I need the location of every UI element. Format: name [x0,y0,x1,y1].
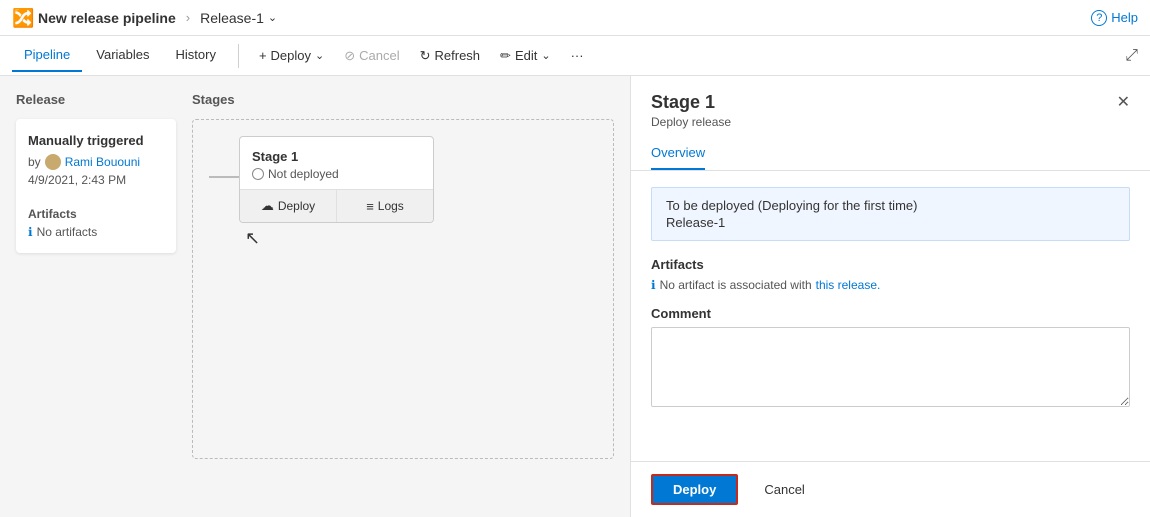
panel-body: To be deployed (Deploying for the first … [631,171,1150,461]
edit-icon: ✏ [500,48,511,64]
more-icon: ··· [571,48,584,63]
cancel-final-button[interactable]: Cancel [748,476,820,503]
comment-label: Comment [651,306,1130,321]
help-link[interactable]: ? Help [1091,10,1138,26]
logs-icon: ≡ [366,199,374,214]
trigger-label: Manually triggered [28,133,164,148]
stage-card-header: Stage 1 Not deployed [240,137,433,189]
toolbar: Pipeline Variables History + Deploy ⌄ ⊘ … [0,36,1150,76]
help-icon: ? [1091,10,1107,26]
close-button[interactable]: ✕ [1117,92,1130,112]
chevron-down-icon: ⌄ [268,11,277,24]
close-icon: ✕ [1117,94,1130,111]
artifact-info-icon: ℹ [651,278,656,292]
release-section-title: Release [16,92,176,107]
panel-footer: Deploy Cancel [631,461,1150,517]
stage-card: Stage 1 Not deployed ☁ Deploy [239,136,434,223]
expand-button[interactable]: ⤢ [1125,47,1138,65]
artifacts-section: Artifacts ℹ No artifacts [28,207,164,239]
expand-icon: ⤢ [1125,47,1138,64]
stage-name: Stage 1 [252,149,421,164]
comment-textarea[interactable] [651,327,1130,407]
pipeline-title: New release pipeline [38,10,176,26]
stages-section-title: Stages [192,92,614,107]
breadcrumb: 🔀 New release pipeline › Release-1 ⌄ [12,8,277,28]
by-label: by Rami Bououni [28,154,164,170]
more-button[interactable]: ··· [563,44,592,67]
deploy-info-text: To be deployed (Deploying for the first … [666,198,1115,213]
timestamp: 4/9/2021, 2:43 PM [28,173,164,187]
deploy-cloud-icon: ☁ [261,198,274,214]
toolbar-actions: + Deploy ⌄ ⊘ Cancel ↻ Refresh ✏ Edit ⌄ ·… [251,44,592,68]
edit-button[interactable]: ✏ Edit ⌄ [492,44,559,68]
deploy-final-button[interactable]: Deploy [651,474,738,505]
add-icon: + [259,48,267,63]
refresh-button[interactable]: ↻ Refresh [412,44,488,68]
cancel-button[interactable]: ⊘ Cancel [336,44,407,68]
cancel-icon: ⊘ [344,48,355,64]
stage-deploy-button[interactable]: ☁ Deploy [240,190,337,222]
user-name: Rami Bououni [65,155,140,169]
edit-chevron-icon: ⌄ [541,49,550,62]
right-panel-subtitle: Deploy release [651,115,731,129]
release-section: Release Manually triggered by Rami Bouou… [16,92,176,501]
artifacts-label: Artifacts [28,207,164,221]
stage-actions: ☁ Deploy ≡ Logs [240,189,433,222]
info-icon: ℹ [28,225,33,239]
right-panel-header: Stage 1 Deploy release ✕ [631,76,1150,129]
breadcrumb-separator: › [186,10,190,25]
artifacts-panel-title: Artifacts [651,257,1130,272]
toolbar-divider [238,44,239,68]
cursor-pointer: ↖ [245,229,597,247]
tab-pipeline[interactable]: Pipeline [12,39,82,72]
no-artifacts: ℹ No artifacts [28,225,164,239]
deploy-info-release: Release-1 [666,215,1115,230]
release-card: Manually triggered by Rami Bououni 4/9/2… [16,119,176,253]
panel-tabs: Overview [631,137,1150,171]
tab-history[interactable]: History [164,39,228,72]
main-content: Release Manually triggered by Rami Bouou… [0,76,1150,517]
left-panel: Release Manually triggered by Rami Bouou… [0,76,630,517]
right-panel-title: Stage 1 [651,92,731,113]
refresh-icon: ↻ [420,48,431,64]
no-artifact-text: ℹ No artifact is associated with this re… [651,278,1130,292]
tab-overview[interactable]: Overview [651,137,705,170]
deploy-info-box: To be deployed (Deploying for the first … [651,187,1130,241]
deploy-chevron-icon: ⌄ [315,49,324,62]
right-panel: Stage 1 Deploy release ✕ Overview To be … [630,76,1150,517]
status-circle-icon [252,168,264,180]
stage-status: Not deployed [252,167,421,181]
app-icon: 🔀 [12,8,32,28]
top-bar: 🔀 New release pipeline › Release-1 ⌄ ? H… [0,0,1150,36]
deploy-button[interactable]: + Deploy ⌄ [251,44,332,67]
stages-box: Stage 1 Not deployed ☁ Deploy [192,119,614,459]
avatar [45,154,61,170]
right-panel-title-group: Stage 1 Deploy release [651,92,731,129]
stage-logs-button[interactable]: ≡ Logs [337,190,433,222]
stages-section: Stages Stage 1 Not deployed [192,92,614,501]
release-name[interactable]: Release-1 ⌄ [200,10,277,26]
tab-variables[interactable]: Variables [84,39,161,72]
artifact-link[interactable]: this release. [816,278,881,292]
